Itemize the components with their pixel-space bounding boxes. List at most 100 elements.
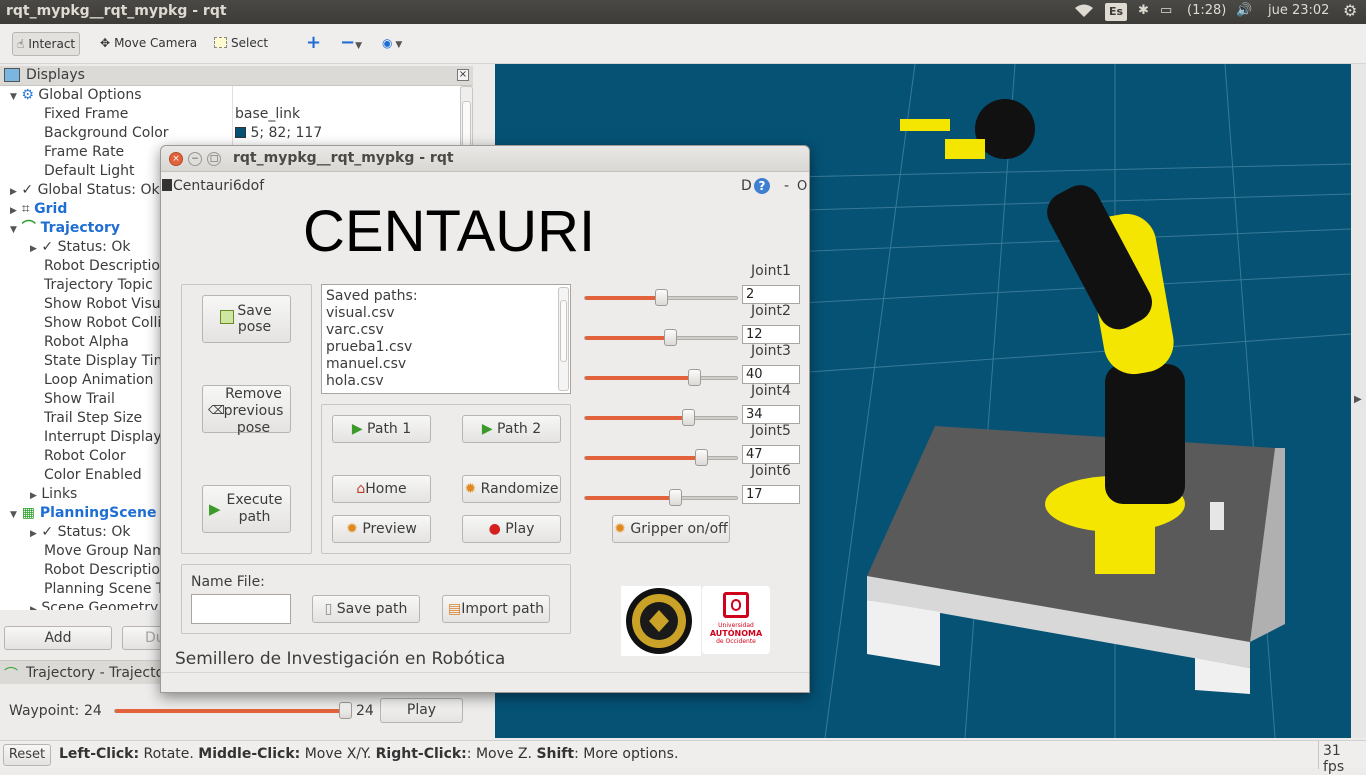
expand-arrow-icon[interactable]: ▼ [10,510,17,520]
tree-row-trajectory-status[interactable]: ▶ ✓ Status: Ok [30,238,130,257]
remove-previous-pose-button[interactable]: ⌫ Remove previous pose [202,385,291,436]
tree-row-links[interactable]: ▶ Links [30,485,77,504]
expand-arrow-icon[interactable]: ▼ [10,225,17,235]
scrollbar-thumb[interactable] [560,300,567,362]
list-item[interactable]: varc.csv [326,322,384,339]
path1-button[interactable]: ▶ Path 1 [332,415,431,443]
close-window-icon[interactable]: × [169,152,183,166]
trajectory-play-button[interactable]: Play [380,698,463,723]
play-button[interactable]: ● Play [462,515,561,543]
joint4-slider-knob[interactable] [682,409,696,426]
remove-tool-icon[interactable]: −▼ [336,32,366,56]
eye-icon[interactable]: ◉ ▼ [378,32,406,56]
move-camera-tool[interactable]: ✥ Move Camera [96,32,201,56]
dialog-titlebar[interactable]: × − □ rqt_mypkg__rqt_mypkg - rqt [161,146,809,172]
keyboard-layout-indicator[interactable]: Es [1105,3,1127,21]
list-item[interactable]: manuel.csv [326,356,406,373]
tree-row-planning-status[interactable]: ▶ ✓ Status: Ok [30,523,130,542]
joint1-slider[interactable] [584,289,738,306]
joint3-slider[interactable] [584,369,738,386]
interact-tool[interactable]: ☝ Interact [12,32,81,56]
add-tool-icon[interactable]: + [302,32,325,56]
fixed-frame-value[interactable]: base_link [235,105,300,124]
tree-row[interactable]: Color Enabled [44,466,142,485]
expand-right-arrow-icon[interactable]: ▶ [1354,394,1362,405]
joint4-spinbox[interactable]: 34 [742,405,800,424]
tree-row-planning-scene[interactable]: ▼ ▦ PlanningScene [10,504,156,523]
power-gear-icon[interactable]: ⚙ [1343,1,1357,20]
help-icon[interactable]: ? [754,178,770,194]
tree-row-frame-rate[interactable]: Frame Rate [44,143,124,162]
tree-row[interactable]: Interrupt Display [44,428,162,447]
joint1-spinbox[interactable]: 2 [742,285,800,304]
battery-time[interactable]: (1:28) [1187,3,1226,18]
tree-row[interactable]: Show Robot Visua [44,295,169,314]
joint2-slider[interactable] [584,329,738,346]
joint5-spinbox[interactable]: 47 [742,445,800,464]
tree-row[interactable]: Move Group Nam [44,542,166,561]
expand-arrow-icon[interactable]: ▶ [30,491,37,501]
list-item[interactable]: prueba1.csv [326,339,412,356]
plugin-close-button[interactable]: O [797,179,807,194]
bluetooth-icon[interactable]: ✱ [1138,3,1149,18]
reset-button[interactable]: Reset [3,744,51,766]
waypoint-slider[interactable] [114,702,352,719]
maximize-window-icon[interactable]: □ [207,152,221,166]
plugin-minimize-button[interactable]: - [784,178,789,194]
tree-row[interactable]: State Display Tim [44,352,167,371]
saved-paths-list[interactable]: Saved paths: visual.csv varc.csv prueba1… [321,284,571,394]
minimize-window-icon[interactable]: − [188,152,202,166]
select-tool[interactable]: Select [210,32,272,56]
randomize-button[interactable]: ✹ Randomize [462,475,561,503]
joint3-slider-knob[interactable] [688,369,702,386]
waypoint-slider-knob[interactable] [339,702,352,719]
tree-row-fixed-frame[interactable]: Fixed Frame [44,105,128,124]
path2-button[interactable]: ▶ Path 2 [462,415,561,443]
battery-icon[interactable]: ▭ [1160,3,1172,18]
close-icon[interactable]: × [457,69,469,81]
joint1-slider-knob[interactable] [655,289,668,306]
name-file-input[interactable] [191,594,291,624]
right-panel-handle[interactable]: ▶ [1351,64,1366,738]
home-button[interactable]: ⌂Home [332,475,431,503]
tree-row-grid[interactable]: ▶ ⌗ Grid [10,200,67,219]
joint2-slider-knob[interactable] [664,329,678,346]
expand-arrow-icon[interactable]: ▼ [10,92,17,102]
tree-row-background-color[interactable]: Background Color [44,124,169,143]
tree-row[interactable]: Robot Color [44,447,126,466]
expand-arrow-icon[interactable]: ▶ [10,187,17,197]
tree-row[interactable]: Planning Scene To [44,580,171,599]
joint6-slider[interactable] [584,489,738,506]
list-item[interactable]: hola.csv [326,373,384,390]
tree-row[interactable]: Loop Animation [44,371,153,390]
expand-arrow-icon[interactable]: ▶ [30,529,37,539]
gripper-toggle-button[interactable]: ✹ Gripper on/off [612,515,730,543]
expand-arrow-icon[interactable]: ▶ [10,206,17,216]
execute-path-button[interactable]: ▶ Execute path [202,485,291,533]
joint6-spinbox[interactable]: 17 [742,485,800,504]
joint4-slider[interactable] [584,409,738,426]
expand-arrow-icon[interactable]: ▶ [30,605,37,610]
joint3-spinbox[interactable]: 40 [742,365,800,384]
tree-row[interactable]: Show Trail [44,390,115,409]
preview-button[interactable]: ✹ Preview [332,515,431,543]
tree-row[interactable]: Trajectory Topic [44,276,153,295]
tree-row[interactable]: Robot Alpha [44,333,129,352]
clock[interactable]: jue 23:02 [1268,3,1329,18]
volume-icon[interactable]: 🔊 [1236,3,1252,18]
list-scrollbar[interactable] [558,287,569,391]
joint5-slider-knob[interactable] [694,449,708,466]
tree-row[interactable]: Trail Step Size [44,409,142,428]
save-path-button[interactable]: ▯ Save path [312,595,420,623]
background-color-value[interactable]: 5; 82; 117 [235,124,322,143]
plugin-dock-button[interactable]: D [741,178,752,194]
tree-row-default-light[interactable]: Default Light [44,162,135,181]
tree-row[interactable]: Robot Descriptio [44,561,160,580]
tree-row-global-status[interactable]: ▶ ✓ Global Status: Ok [10,181,160,200]
joint2-spinbox[interactable]: 12 [742,325,800,344]
tree-row-scene-geometry[interactable]: ▶ Scene Geometry [30,599,158,610]
joint6-slider-knob[interactable] [668,489,682,506]
tree-row[interactable]: Robot Descriptio [44,257,160,276]
import-path-button[interactable]: ▤Import path [442,595,550,623]
tree-row-global-options[interactable]: ▼ ⚙ Global Options [10,86,142,105]
